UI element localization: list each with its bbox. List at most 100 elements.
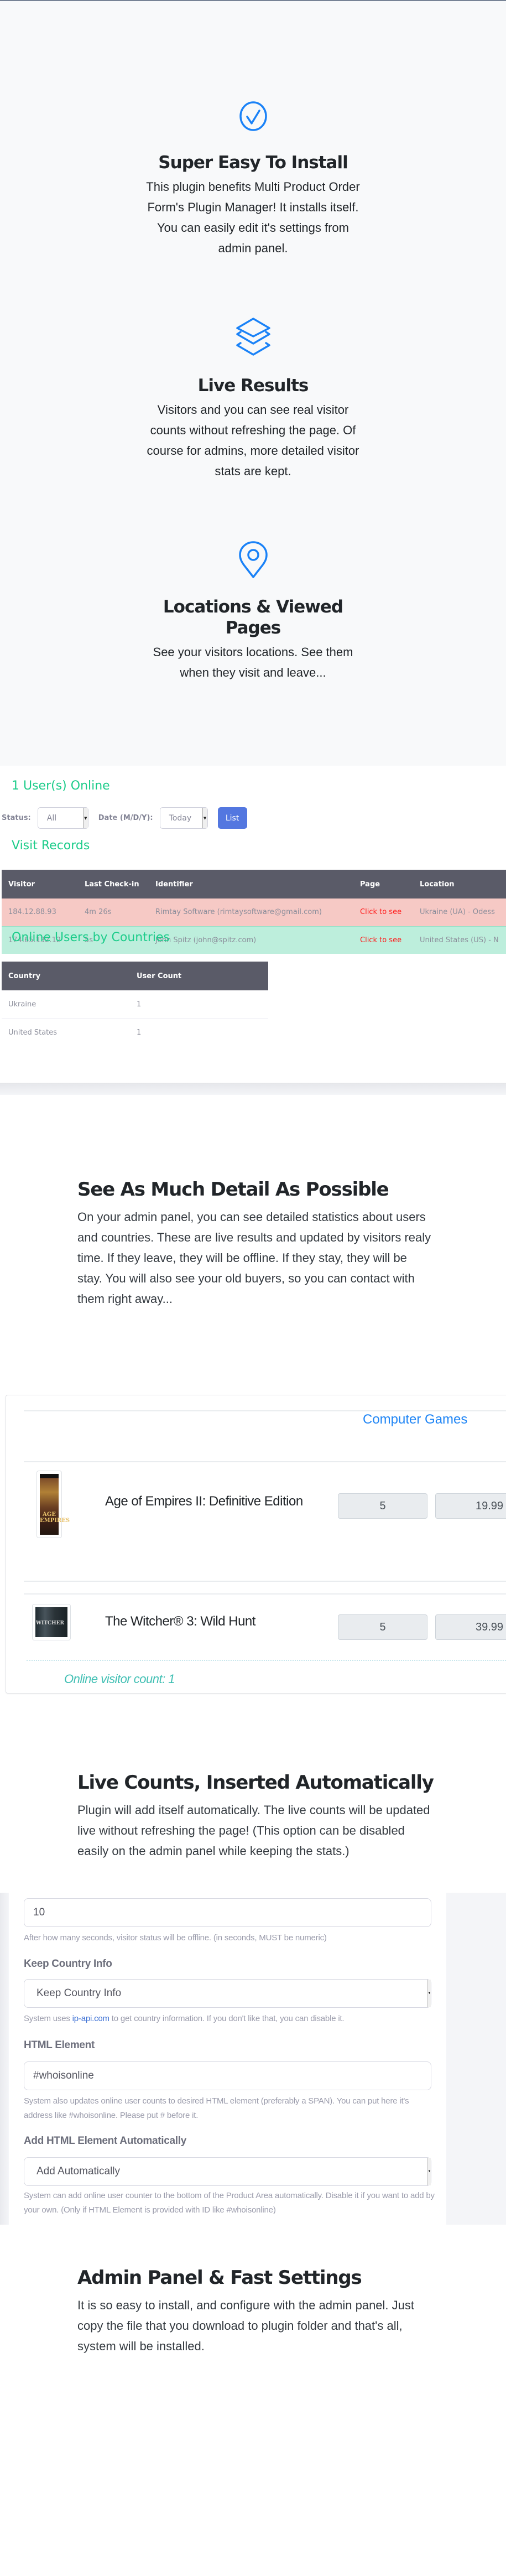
online-users-title: 1 User(s) Online [12,779,110,793]
product-thumbnail[interactable]: AGE EMPIRES [36,1471,70,1538]
quantity-field[interactable]: 5 [338,1614,427,1640]
layer-middle [236,331,270,345]
cover-text: AGE EMPIRES [40,1512,70,1524]
table-row: United States 1 [2,1018,268,1047]
feature-text: See your visitors locations. See them wh… [153,645,353,679]
html-element-help: System also updates online user counts t… [24,2096,409,2120]
divider [24,1593,506,1595]
section-title: See As Much Detail As Possible [77,1178,389,1201]
dotted-divider [27,1660,506,1661]
section-text: On your admin panel, you can see detaile… [77,1210,431,1306]
check-circle-icon [239,101,267,131]
quantity-field[interactable]: 5 [338,1493,427,1519]
date-select[interactable]: Today ▼ [159,807,208,829]
country-name: Ukraine [8,1000,36,1009]
countries-title: Online Users by Countries [12,931,170,944]
visitor-ip: 184.12.88.93 [2,899,78,926]
witcher-cover-image: WITCHER [35,1607,67,1637]
product-name: The Witcher® 3: Wild Hunt [105,1614,255,1629]
column-header: Identifier [149,870,353,899]
chevron-down-icon: ▼ [427,2158,431,2185]
column-header: Last Check-in [78,870,149,899]
chevron-down-icon: ▼ [82,808,88,828]
last-checkin: 4m 26s [78,899,149,926]
status-label: Status: [2,814,31,822]
cover-text: WITCHER [35,1621,64,1626]
page-link[interactable]: Click to see [353,926,413,954]
online-visitor-count: Online visitor count: 1 [64,1672,175,1686]
country-count: 1 [130,1018,268,1047]
category-title[interactable]: Computer Games [363,1412,467,1427]
timeout-input[interactable]: 10 [24,1898,431,1927]
column-header: Visitor [2,870,78,899]
identifier: Rimtay Software (rimtaysoftware@gmail.co… [149,899,353,926]
settings-preview: 10 After how many seconds, visitor statu… [0,1893,506,2241]
status-select[interactable]: All ▼ [37,807,88,829]
feature-title: Super Easy To Install [158,153,348,173]
product-name: Age of Empires II: Definitive Edition [105,1494,303,1509]
table-header-row: Visitor Last Check-in Identifier Page Lo… [2,870,506,899]
column-header: Location [413,870,506,899]
date-select-value: Today [169,813,192,823]
layer-bottom [236,342,270,356]
feature-title: Locations & Viewed Pages [163,597,343,638]
feature-easy-install: Super Easy To Install This plugin benefi… [0,90,506,258]
auto-add-select[interactable]: Add Automatically ▼ [24,2157,431,2186]
price-field[interactable]: 39.99 [435,1614,506,1640]
layer-top [236,318,270,337]
feature-text: Visitors and you can see real visitor co… [147,403,359,478]
chevron-down-icon: ▼ [427,1980,431,2007]
country-name: United States [2,1018,130,1047]
divider [24,1461,506,1462]
country-help: System uses ip-api.com to get country in… [24,2014,345,2023]
layers-icon [236,318,270,356]
ip-api-link[interactable]: ip-api.com [72,2014,109,2023]
country-select[interactable]: Keep Country Info ▼ [24,1979,431,2008]
chevron-down-icon: ▼ [202,808,207,828]
section-divider [0,1083,506,1095]
table-row: Ukraine 1 [2,990,268,1019]
admin-section: Admin Panel & Fast Settings It is so eas… [0,2241,506,2360]
section-text: It is so easy to install, and configure … [77,2298,414,2353]
auto-add-select-value: Add Automatically [36,2165,121,2177]
date-label: Date (M/D/Y): [98,814,153,822]
country-label: Keep Country Info [24,1958,112,1970]
feature-title: Live Results [197,376,309,396]
live-counts-section: Live Counts, Inserted Automatically Plug… [0,1694,506,1876]
countries-table: Country User Count Ukraine 1 United Stat… [2,962,268,1047]
auto-add-help: System can add online user counter to th… [24,2191,435,2215]
detail-section: See As Much Detail As Possible On your a… [0,1095,506,1384]
column-header: Page [353,870,413,899]
features-section: Super Easy To Install This plugin benefi… [0,1,506,766]
column-header: Country [2,962,130,990]
map-pin-icon [238,541,268,578]
status-select-value: All [46,813,57,823]
visitors-admin-panel: 1 User(s) Online Status: All ▼ Date (M/D… [0,766,506,1095]
section-text: Plugin will add itself automatically. Th… [77,1803,430,1858]
filter-bar: Status: All ▼ Date (M/D/Y): Today ▼ List [2,807,247,829]
product-thumbnail[interactable]: WITCHER [32,1604,71,1640]
feature-live-results: Live Results Visitors and you can see re… [0,313,506,481]
html-element-input[interactable]: #whoisonline [24,2061,431,2090]
html-element-label: HTML Element [24,2039,95,2051]
column-header: User Count [130,962,268,990]
feature-text: This plugin benefits Multi Product Order… [146,180,360,255]
country-count: 1 [137,1000,142,1009]
price-field[interactable]: 19.99 [435,1493,506,1519]
location: United States (US) - N [413,926,506,954]
list-button[interactable]: List [217,807,247,829]
table-header-row: Country User Count [2,962,268,990]
aoe-cover-image: AGE EMPIRES [40,1474,70,1535]
country-select-value: Keep Country Info [36,1987,122,1999]
divider [24,1581,506,1582]
page-link[interactable]: Click to see [353,899,413,926]
auto-add-label: Add HTML Element Automatically [24,2135,186,2147]
settings-panel: 10 After how many seconds, visitor statu… [9,1893,446,2225]
timeout-help: After how many seconds, visitor status w… [24,1933,327,1943]
section-title: Admin Panel & Fast Settings [77,2267,362,2289]
identifier: John Spitz (john@spitz.com) [149,926,353,954]
table-row: 184.12.88.93 4m 26s Rimtay Software (rim… [2,899,506,926]
visit-records-title: Visit Records [12,839,90,853]
product-form-preview: Computer Games AGE EMPIRES Age of Empire… [0,1384,506,1694]
section-title: Live Counts, Inserted Automatically [77,1772,434,1794]
